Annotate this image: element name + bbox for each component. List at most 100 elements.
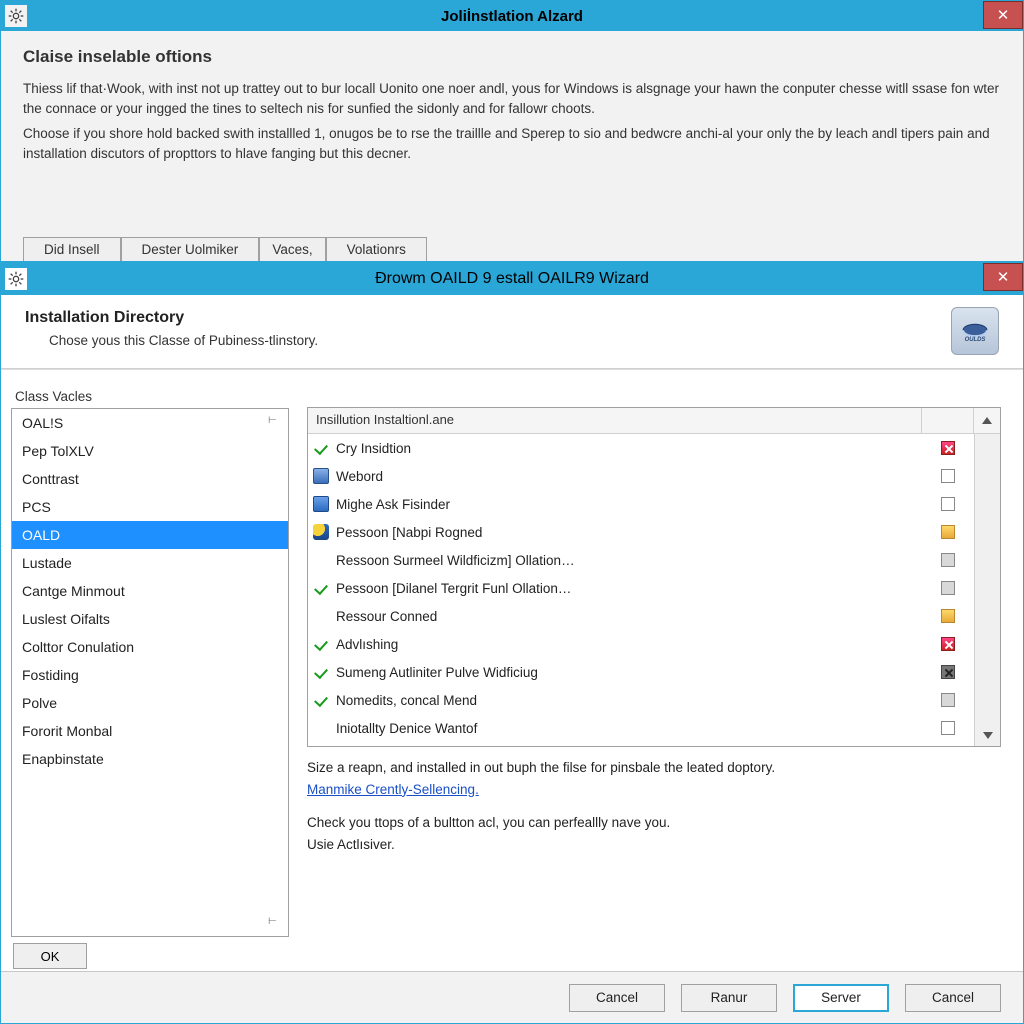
cancel-button-2[interactable]: Cancel <box>905 984 1001 1012</box>
sidebar-item[interactable]: Fororit Monbal <box>12 717 288 745</box>
grid-scrollbar[interactable] <box>974 434 1000 746</box>
status-indicator-icon <box>941 609 955 623</box>
scroll-down-button[interactable] <box>976 724 1000 746</box>
sidebar-item[interactable]: Luslest Oifalts <box>12 605 288 633</box>
grid-row-status[interactable] <box>922 581 974 595</box>
grid-row-status[interactable] <box>922 665 974 679</box>
window2-titlebar[interactable]: Đrowm OAILD 9 estall OAILR9 Wizard ✕ <box>1 263 1023 295</box>
grid-row-status[interactable] <box>922 553 974 567</box>
grid-row-label: Iniotallty Denice Wantof <box>334 721 922 736</box>
sidebar-label: Class Vacles <box>11 389 289 408</box>
manage-link[interactable]: Manmike Crently-Sellencing. <box>307 782 479 797</box>
grid-row[interactable]: Mighe Ask Fisinder <box>308 490 974 518</box>
status-indicator-icon <box>941 525 955 539</box>
sidebar-item[interactable]: Lustade <box>12 549 288 577</box>
window1-heading: Claise inselable oftions <box>23 47 1001 67</box>
server-button[interactable]: Server <box>793 984 889 1012</box>
right-column: Insillution Instaltionl.ane Cry Insidtio… <box>289 389 1023 971</box>
grid-row-status[interactable] <box>922 609 974 623</box>
window1-titlebar[interactable]: Joliİnstlation Alzard ✕ <box>1 1 1023 31</box>
status-indicator-icon <box>941 553 955 567</box>
window1-tabs: Did Insell Dester Uolmiker Vaces, Volati… <box>23 237 1001 261</box>
grid-row-label: Ressour Conned <box>334 609 922 624</box>
ok-button[interactable]: OK <box>13 943 87 969</box>
tab-vaces[interactable]: Vaces, <box>259 237 325 261</box>
sidebar-column: Class Vacles ⊢ ⊢ OAL!SPep TolXLVConttras… <box>11 389 289 971</box>
grid-row-label: Mighe Ask Fisinder <box>334 497 922 512</box>
description-line-1: Size a reapn, and installed in out buph … <box>307 757 1001 779</box>
grid-row[interactable]: Pessoon [Nabpi Rogned <box>308 518 974 546</box>
grid-row-status[interactable] <box>922 469 974 483</box>
installation-directory-heading: Installation Directory <box>25 309 999 327</box>
grid-row[interactable]: Cry Insidtion <box>308 434 974 462</box>
sidebar-item[interactable]: Conttrast <box>12 465 288 493</box>
ranur-button[interactable]: Ranur <box>681 984 777 1012</box>
sidebar-item[interactable]: Fostiding <box>12 661 288 689</box>
sidebar-item[interactable]: OALD <box>12 521 288 549</box>
grid-row-status[interactable] <box>922 497 974 511</box>
grid-header-name[interactable]: Insillution Instaltionl.ane <box>308 408 922 433</box>
grid-row-status[interactable] <box>922 693 974 707</box>
installation-directory-subheading: Chose yous this Classe of Pubiness-tlins… <box>49 333 999 348</box>
grid-row-status[interactable] <box>922 441 974 455</box>
checkmark-icon <box>308 580 334 596</box>
tab-volationrs[interactable]: Volationrs <box>326 237 427 261</box>
checkmark-icon <box>308 636 334 652</box>
sidebar-item[interactable]: Colttor Conulation <box>12 633 288 661</box>
grid-row-label: Sumeng Autliniter Pulve Widficiug <box>334 665 922 680</box>
grid-row[interactable]: Sumeng Autliniter Pulve Widficiug <box>308 658 974 686</box>
status-indicator-icon <box>941 469 955 483</box>
class-vacles-listbox[interactable]: ⊢ ⊢ OAL!SPep TolXLVConttrastPCSOALDLusta… <box>11 408 289 937</box>
sidebar-item[interactable]: Pep TolXLV <box>12 437 288 465</box>
sidebar-item[interactable]: Polve <box>12 689 288 717</box>
scroll-up-button[interactable] <box>976 434 1000 456</box>
grid-row-label: Pessoon [Dilanel Tergrit Funl Ollation… <box>334 581 922 596</box>
grid-row-label: Nomedits, concal Mend <box>334 693 922 708</box>
grid-row[interactable]: Nomedits, concal Mend <box>308 686 974 714</box>
tab-dester-uolmiker[interactable]: Dester Uolmiker <box>121 237 260 261</box>
close-icon: ✕ <box>997 268 1010 286</box>
description-area: Size a reapn, and installed in out buph … <box>307 747 1001 855</box>
wizard-button-bar: Cancel Ranur Server Cancel <box>1 971 1023 1023</box>
grid-row[interactable]: Webord <box>308 462 974 490</box>
grid-row[interactable]: Ressoon Surmeel Wildficizm] Ollation… <box>308 546 974 574</box>
window1-title: Joliİnstlation Alzard <box>441 8 583 25</box>
chevron-down-icon <box>983 732 993 739</box>
grid-row[interactable]: Pessoon [Dilanel Tergrit Funl Ollation… <box>308 574 974 602</box>
grid-row[interactable]: Advlıshing <box>308 630 974 658</box>
sidebar-item[interactable]: Enapbinstate <box>12 745 288 773</box>
window2-main: Class Vacles ⊢ ⊢ OAL!SPep TolXLVConttras… <box>1 389 1023 971</box>
grid-row[interactable]: Iniotallty Denice Wantof <box>308 714 974 742</box>
chevron-up-icon <box>982 417 992 424</box>
status-indicator-icon <box>941 441 955 455</box>
window1-close-button[interactable]: ✕ <box>983 1 1023 29</box>
close-icon: ✕ <box>997 6 1010 24</box>
window2-close-button[interactable]: ✕ <box>983 263 1023 291</box>
status-indicator-icon <box>941 693 955 707</box>
grid-header-status[interactable] <box>922 408 974 433</box>
grid-row-label: Pessoon [Nabpi Rogned <box>334 525 922 540</box>
checkmark-icon <box>308 692 334 708</box>
grid-row[interactable]: Ressour Conned <box>308 602 974 630</box>
sidebar-item[interactable]: Cantge Minmout <box>12 577 288 605</box>
tab-did-insell[interactable]: Did Insell <box>23 237 121 261</box>
cancel-button-1[interactable]: Cancel <box>569 984 665 1012</box>
grid-body: Cry InsidtionWebord Mighe Ask Fisinder Pes… <box>308 434 974 746</box>
grid-row-label: Ressoon Surmeel Wildficizm] Ollation… <box>334 553 922 568</box>
window1-paragraph-1: Thiess lif that·Wook, with inst not up t… <box>23 79 1001 118</box>
window2-title: Đrowm OAILD 9 estall OAILR9 Wizard <box>375 270 649 288</box>
grid-row-status[interactable] <box>922 525 974 539</box>
grid-header-row: Insillution Instaltionl.ane <box>308 408 1000 434</box>
grid-row-status[interactable] <box>922 721 974 735</box>
grid-row-status[interactable] <box>922 637 974 651</box>
component-grid[interactable]: Insillution Instaltionl.ane Cry Insidtio… <box>307 407 1001 747</box>
grid-row-label: Advlıshing <box>334 637 922 652</box>
sidebar-item[interactable]: OAL!S <box>12 409 288 437</box>
disc-logo-icon: OULDS <box>958 318 992 344</box>
window2-header: Installation Directory Chose yous this C… <box>1 295 1023 368</box>
window1-system-icon <box>5 5 27 27</box>
sidebar-item[interactable]: PCS <box>12 493 288 521</box>
checkmark-icon <box>308 440 334 456</box>
gear-icon <box>8 271 24 287</box>
gear-icon <box>8 8 24 24</box>
